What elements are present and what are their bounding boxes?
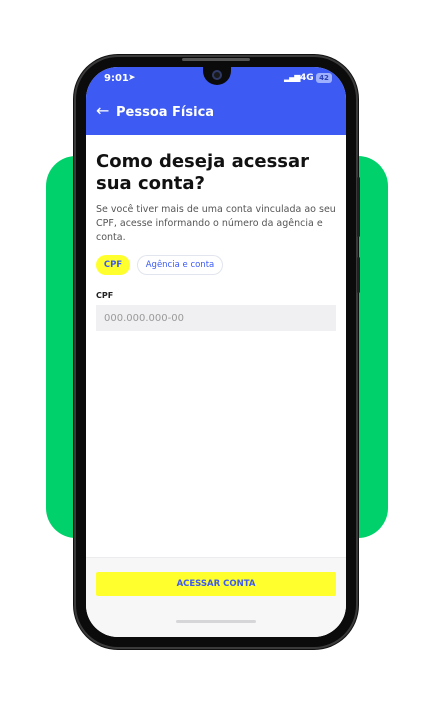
option-chip-cpf[interactable]: CPF bbox=[96, 255, 130, 275]
front-camera-icon bbox=[212, 70, 222, 80]
access-account-button[interactable]: ACESSAR CONTA bbox=[96, 572, 336, 596]
login-heading: Como deseja acessar sua conta? bbox=[96, 151, 310, 194]
phone-speaker-grille bbox=[182, 58, 250, 61]
phone-frame: 9:01 ➤ ▂▄▆ 4G 42 ← Pessoa Física Como de… bbox=[76, 57, 360, 647]
arrow-left-icon[interactable]: ← bbox=[96, 101, 109, 120]
location-arrow-icon: ➤ bbox=[128, 73, 136, 83]
cpf-input[interactable] bbox=[96, 305, 336, 331]
home-indicator bbox=[176, 620, 256, 623]
page-title: Pessoa Física bbox=[116, 105, 215, 120]
network-type: 4G bbox=[300, 73, 314, 83]
phone-screen: 9:01 ➤ ▂▄▆ 4G 42 ← Pessoa Física Como de… bbox=[86, 67, 346, 637]
power-button bbox=[357, 257, 360, 293]
cpf-field-label: CPF bbox=[96, 291, 114, 300]
option-chip-agencia-conta[interactable]: Agência e conta bbox=[137, 255, 223, 275]
login-description: Se você tiver mais de uma conta vinculad… bbox=[96, 204, 336, 243]
volume-button bbox=[357, 177, 360, 237]
app-bar: ← Pessoa Física bbox=[86, 91, 346, 135]
camera-notch bbox=[203, 67, 231, 85]
signal-strength-icon: ▂▄▆ bbox=[284, 73, 301, 82]
status-bar: 9:01 ➤ ▂▄▆ 4G 42 bbox=[86, 67, 346, 91]
footer-bar: ACESSAR CONTA bbox=[86, 557, 346, 637]
battery-icon: 42 bbox=[316, 73, 332, 83]
status-time: 9:01 bbox=[104, 73, 129, 84]
